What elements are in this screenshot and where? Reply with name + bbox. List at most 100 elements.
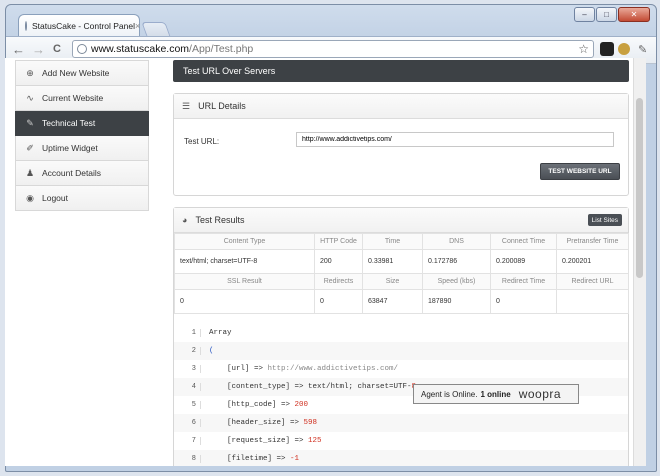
brush-icon: ✐ (26, 142, 34, 153)
code-value: 200 (294, 401, 309, 409)
sidebar-item-label: Current Website (42, 93, 104, 103)
sidebar-item-account-details[interactable]: ♟ Account Details (15, 161, 149, 186)
vertical-scrollbar[interactable] (633, 58, 646, 466)
code-line: 6 [header_size] => 598 (174, 414, 628, 432)
table-cell (556, 289, 629, 314)
line-number: 2 (174, 347, 201, 355)
table-cell: 63847 (362, 289, 423, 314)
code-text: [content_type] => text/html; charset=UTF… (209, 383, 412, 391)
code-line: 3 [url] => http://www.addictivetips.com/ (174, 360, 628, 378)
url-details-panel: ☰ URL Details Test URL: TEST WEBSITE URL (173, 93, 629, 196)
favicon-icon (25, 20, 27, 31)
code-value: 125 (308, 437, 322, 445)
sidebar-item-label: Logout (42, 193, 68, 203)
column-header: Content Type (174, 233, 315, 250)
table-cell: 0 (174, 289, 315, 314)
code-value: 598 (303, 419, 318, 427)
test-website-url-button[interactable]: TEST WEBSITE URL (540, 163, 620, 180)
code-value: -1 (290, 455, 300, 463)
list-sites-button[interactable]: List Sites (587, 214, 622, 226)
column-header: Redirects (314, 273, 363, 290)
reload-button[interactable]: C (53, 43, 61, 55)
code-text: [url] => (209, 365, 268, 373)
sidebar-item-uptime-widget[interactable]: ✐ Uptime Widget (15, 136, 149, 161)
line-number: 6 (174, 419, 201, 427)
wrench-icon[interactable]: ✎ (638, 43, 647, 56)
extension-icon[interactable] (600, 42, 614, 56)
column-header: HTTP Code (314, 233, 363, 250)
tab-close-icon[interactable]: × (135, 21, 140, 31)
code-text: ( (209, 347, 214, 355)
sidebar-item-current-website[interactable]: ∿ Current Website (15, 86, 149, 111)
line-number: 3 (174, 365, 201, 373)
line-number: 1 (174, 329, 201, 337)
forward-button[interactable]: → (32, 42, 45, 57)
table-cell: text/html; charset=UTF-8 (174, 249, 315, 274)
sidebar-item-add-new-website[interactable]: ⊕ Add New Website (15, 60, 149, 86)
plus-icon: ⊕ (26, 67, 34, 78)
table-cell: 0 (490, 289, 557, 314)
back-button[interactable]: ← (12, 42, 25, 57)
sidebar-item-label: Technical Test (42, 118, 96, 128)
url-host: www.statuscake.com (91, 43, 190, 55)
code-line: 2( (174, 342, 628, 360)
code-line: 7 [request_size] => 125 (174, 432, 628, 450)
url-details-heading: URL Details (198, 101, 246, 111)
browser-tab[interactable]: StatusCake - Control Panel × (18, 14, 140, 36)
url-path: /App/Test.php (189, 43, 254, 55)
pie-chart-icon: ◕ (182, 215, 188, 225)
page-title: Test URL Over Servers (173, 60, 629, 82)
line-number: 5 (174, 401, 201, 409)
column-header: Time (362, 233, 423, 250)
sidebar-nav: ⊕ Add New Website ∿ Current Website ✎ Te… (15, 60, 149, 211)
column-header: Speed (kbs) (422, 273, 491, 290)
test-results-heading: Test Results (195, 215, 245, 225)
line-number: 8 (174, 455, 201, 463)
column-header: SSL Result (174, 273, 315, 290)
code-text: Array (209, 329, 232, 337)
column-header: DNS (422, 233, 491, 250)
eye-icon: ◉ (26, 192, 34, 203)
column-header: Connect Time (490, 233, 557, 250)
chat-widget[interactable]: Agent is Online. 1 online woopra (413, 384, 579, 404)
bookmark-star-icon[interactable]: ☆ (578, 42, 589, 56)
scrollbar-thumb[interactable] (636, 98, 643, 278)
test-results-panel: ◕ Test Results List Sites Content Type H… (173, 207, 629, 466)
new-tab-button[interactable] (141, 22, 171, 37)
chat-online-count: 1 online (480, 389, 511, 399)
sidebar-item-logout[interactable]: ◉ Logout (15, 186, 149, 211)
sidebar-item-label: Account Details (42, 168, 102, 178)
pencil-icon: ✎ (26, 117, 34, 128)
url-details-header: ☰ URL Details (174, 94, 628, 119)
chart-icon: ∿ (26, 92, 34, 103)
code-text: [header_size] => (209, 419, 304, 427)
test-results-header: ◕ Test Results List Sites (174, 208, 628, 233)
code-line: 1 Array (174, 324, 628, 342)
line-number: 7 (174, 437, 201, 445)
table-cell: 0.172786 (422, 249, 491, 274)
code-text: [filetime] => (209, 455, 291, 463)
sidebar-item-label: Uptime Widget (42, 143, 98, 153)
minimize-button[interactable]: – (574, 7, 595, 22)
maximize-button[interactable]: □ (596, 7, 617, 22)
tab-title: StatusCake - Control Panel (32, 20, 135, 31)
woopra-logo: woopra (518, 387, 562, 401)
sidebar-item-technical-test[interactable]: ✎ Technical Test (15, 111, 149, 136)
close-window-button[interactable]: ✕ (618, 7, 650, 22)
address-bar[interactable]: www.statuscake.com /App/Test.php ☆ (72, 40, 594, 58)
extension-icon-2[interactable] (618, 43, 630, 55)
table-cell: 187890 (422, 289, 491, 314)
table-cell: 0.200201 (556, 249, 629, 274)
code-line: 8 [filetime] => -1 (174, 450, 628, 466)
table-header-row: Content Type HTTP Code Time DNS Connect … (174, 233, 629, 250)
column-header: Size (362, 273, 423, 290)
results-table: Content Type HTTP Code Time DNS Connect … (174, 233, 629, 314)
column-header: Redirect Time (490, 273, 557, 290)
table-cell: 0 (314, 289, 363, 314)
table-cell: 0.33981 (362, 249, 423, 274)
test-url-input[interactable] (296, 132, 614, 147)
table-row: 0 0 63847 187890 0 (174, 289, 629, 314)
code-value: http://www.addictivetips.com/ (267, 365, 399, 373)
test-url-label: Test URL: (184, 137, 220, 146)
chat-status: Agent is Online. (421, 389, 478, 399)
